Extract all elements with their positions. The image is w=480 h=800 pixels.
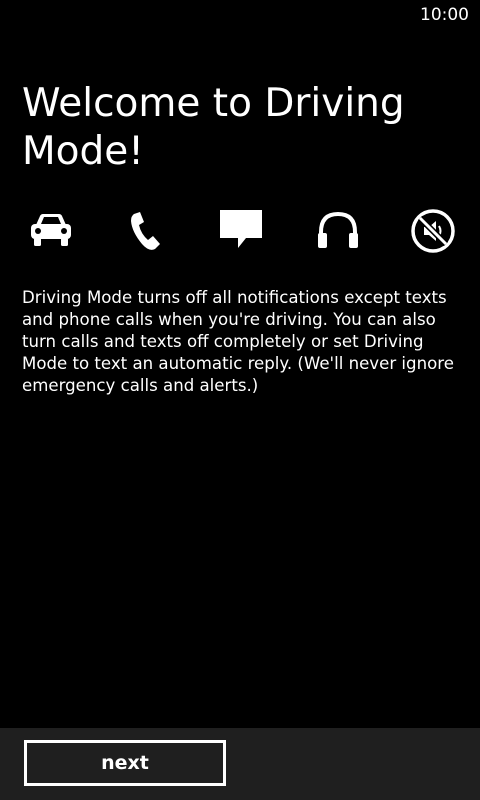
app-bar: next <box>0 728 480 800</box>
car-icon <box>26 206 76 256</box>
next-button[interactable]: next <box>24 740 226 786</box>
mute-icon <box>408 206 458 256</box>
description-text: Driving Mode turns off all notifications… <box>22 288 454 395</box>
message-icon <box>216 206 266 256</box>
status-bar: 10:00 <box>0 0 480 32</box>
status-time: 10:00 <box>420 5 469 25</box>
page-title: Welcome to Driving Mode! <box>22 81 405 174</box>
headphones-icon <box>313 206 363 256</box>
feature-icon-row <box>0 206 480 256</box>
phone-icon <box>120 206 170 256</box>
